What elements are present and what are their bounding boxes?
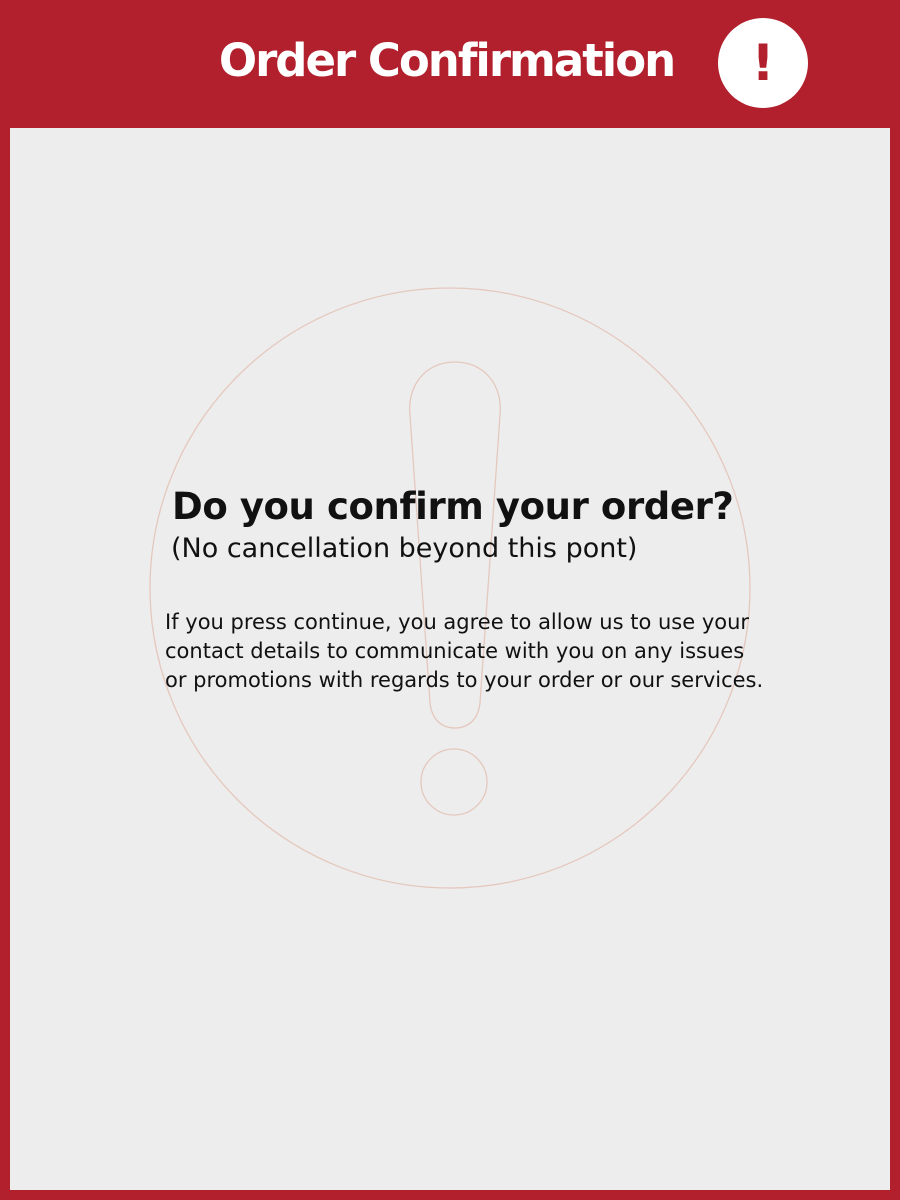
cancellation-note: (No cancellation beyond this pont) bbox=[171, 533, 638, 564]
order-confirmation-screen: Order Confirmation ! Do you confirm your… bbox=[0, 0, 900, 1200]
exclamation-icon: ! bbox=[718, 18, 808, 108]
confirm-question: Do you confirm your order? bbox=[172, 485, 734, 528]
consent-text: If you press continue, you agree to allo… bbox=[165, 610, 764, 692]
header-bar: Order Confirmation ! bbox=[0, 0, 900, 128]
confirmation-panel: Do you confirm your order? (No cancellat… bbox=[10, 128, 890, 1190]
